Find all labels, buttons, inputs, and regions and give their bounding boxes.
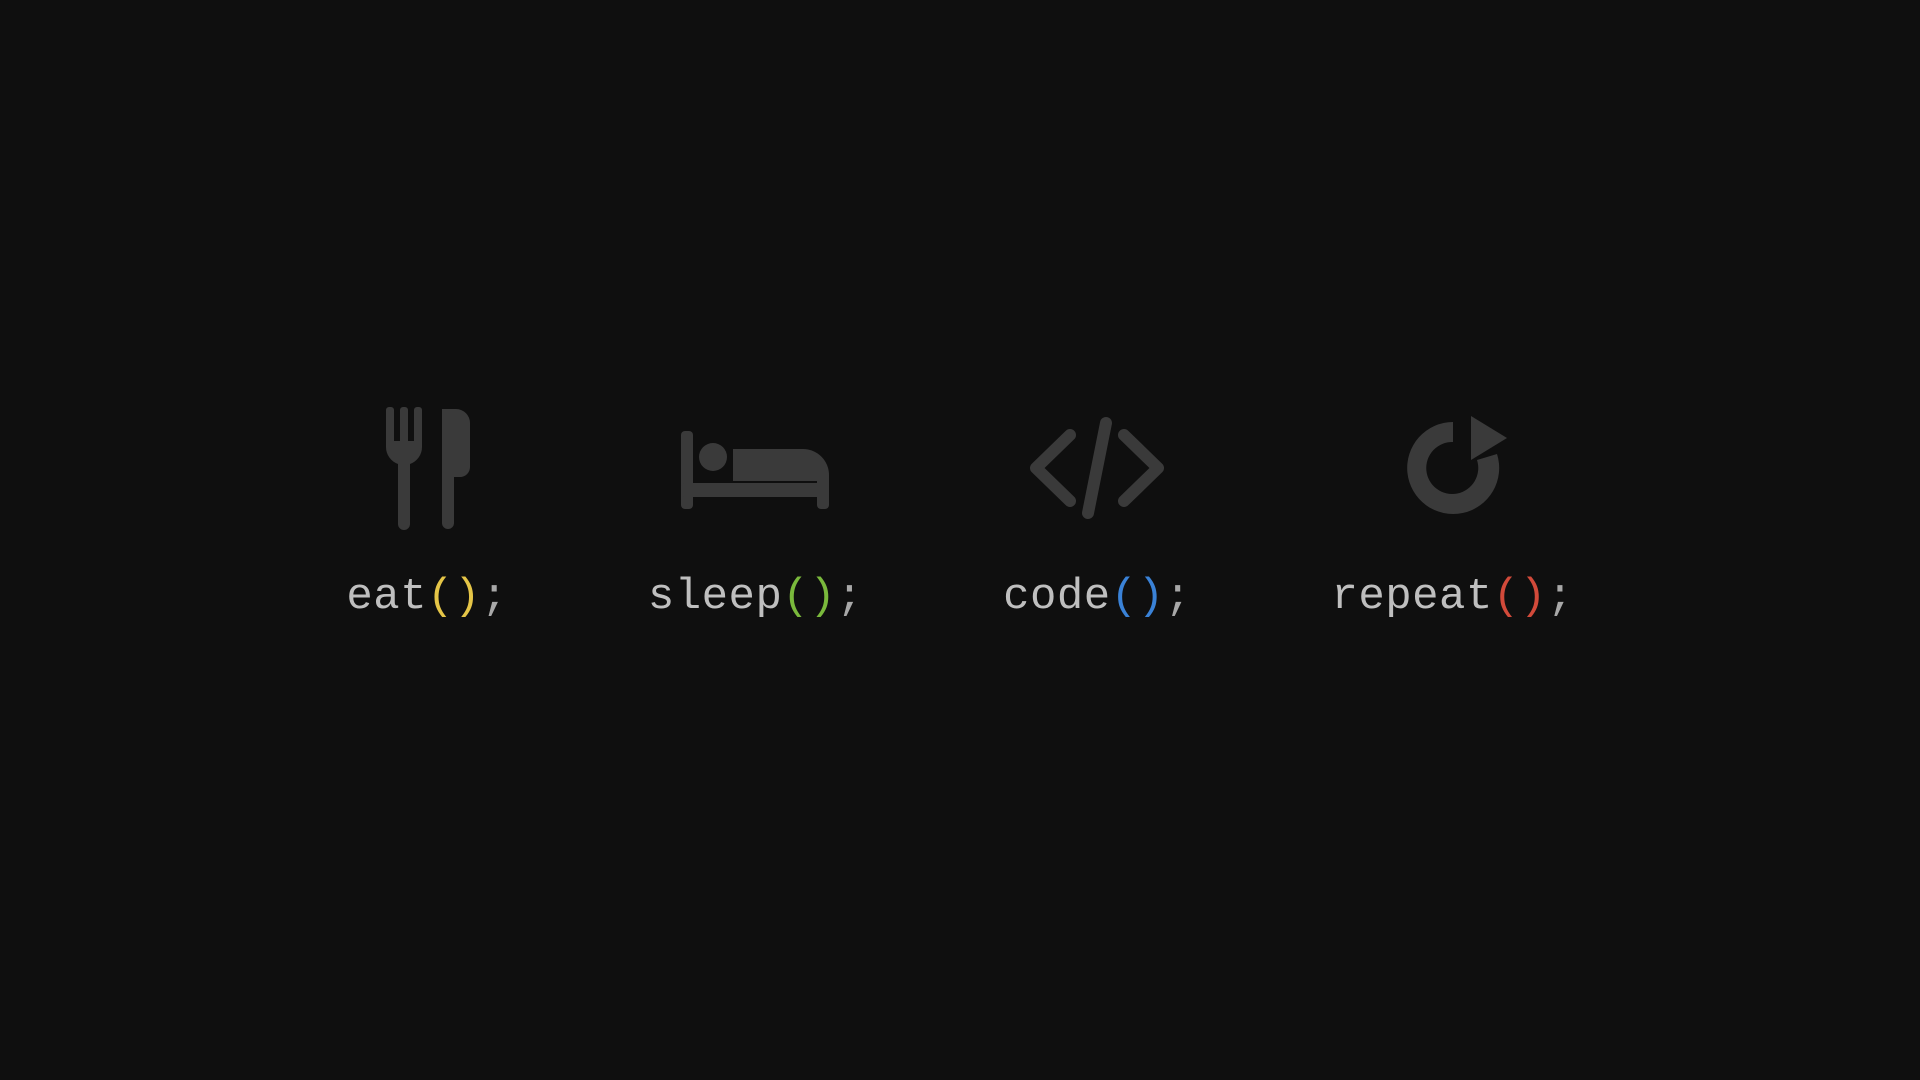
fork-knife-icon — [372, 398, 482, 538]
redo-icon — [1393, 398, 1513, 538]
semicolon: ; — [481, 572, 508, 622]
fn-name: repeat — [1331, 572, 1492, 622]
code-brackets-icon — [1022, 398, 1172, 538]
parens: () — [427, 572, 481, 622]
label-code: code(); — [1003, 572, 1191, 622]
semicolon: ; — [1547, 572, 1574, 622]
parens: () — [1111, 572, 1165, 622]
cell-sleep: sleep(); — [648, 398, 863, 622]
cell-repeat: repeat(); — [1331, 398, 1573, 622]
cell-eat: eat(); — [346, 398, 507, 622]
cell-code: code(); — [1003, 398, 1191, 622]
parens: () — [1493, 572, 1547, 622]
bed-icon — [675, 398, 835, 538]
label-eat: eat(); — [346, 572, 507, 622]
fn-name: eat — [346, 572, 427, 622]
label-sleep: sleep(); — [648, 572, 863, 622]
parens: () — [782, 572, 836, 622]
semicolon: ; — [1165, 572, 1192, 622]
row: eat(); sleep(); — [346, 398, 1573, 622]
fn-name: code — [1003, 572, 1111, 622]
semicolon: ; — [836, 572, 863, 622]
label-repeat: repeat(); — [1331, 572, 1573, 622]
wallpaper-canvas: eat(); sleep(); — [0, 0, 1920, 1080]
fn-name: sleep — [648, 572, 783, 622]
